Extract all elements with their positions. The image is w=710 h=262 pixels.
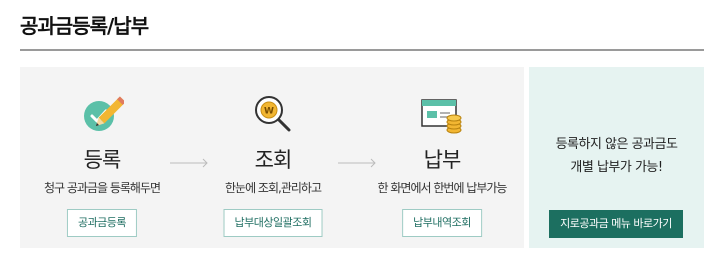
cta-message: 등록하지 않은 공과금도 개별 납부가 가능! bbox=[529, 133, 704, 179]
bulk-payment-inquiry-button[interactable]: 납부대상일괄조회 bbox=[223, 209, 323, 237]
step-title-payment: 납부 bbox=[423, 148, 462, 172]
steps-panel: 등록 청구 공과금을 등록해두면 공과금등록 W 조회 한눈에 조회,관리하고 … bbox=[20, 67, 524, 248]
cta-line-1: 등록하지 않은 공과금도 bbox=[555, 137, 678, 152]
svg-text:W: W bbox=[264, 107, 274, 117]
check-pencil-icon bbox=[84, 96, 124, 131]
register-utility-button[interactable]: 공과금등록 bbox=[66, 209, 138, 237]
card-coins-icon bbox=[421, 99, 462, 134]
step-payment: 납부 한 화면에서 한번에 납부가능 납부내역조회 bbox=[362, 67, 522, 248]
step-register: 등록 청구 공과금을 등록해두면 공과금등록 bbox=[22, 67, 182, 248]
cta-line-2: 개별 납부가 가능! bbox=[570, 160, 663, 175]
step-inquiry: W 조회 한눈에 조회,관리하고 납부대상일괄조회 bbox=[193, 67, 353, 248]
giro-menu-shortcut-button[interactable]: 지로공과금 메뉴 바로가기 bbox=[549, 210, 683, 238]
title-divider bbox=[20, 49, 704, 51]
won-magnifier-icon: W bbox=[255, 96, 291, 132]
step-desc-register: 청구 공과금을 등록해두면 bbox=[43, 181, 161, 195]
giro-cta-panel: 등록하지 않은 공과금도 개별 납부가 가능! 지로공과금 메뉴 바로가기 bbox=[529, 67, 704, 248]
payment-history-button[interactable]: 납부내역조회 bbox=[402, 209, 482, 237]
step-title-inquiry: 조회 bbox=[254, 148, 293, 172]
step-title-register: 등록 bbox=[83, 148, 122, 172]
step-desc-payment: 한 화면에서 한번에 납부가능 bbox=[377, 181, 508, 195]
step-desc-inquiry: 한눈에 조회,관리하고 bbox=[225, 181, 322, 195]
page-title: 공과금등록/납부 bbox=[20, 14, 149, 38]
